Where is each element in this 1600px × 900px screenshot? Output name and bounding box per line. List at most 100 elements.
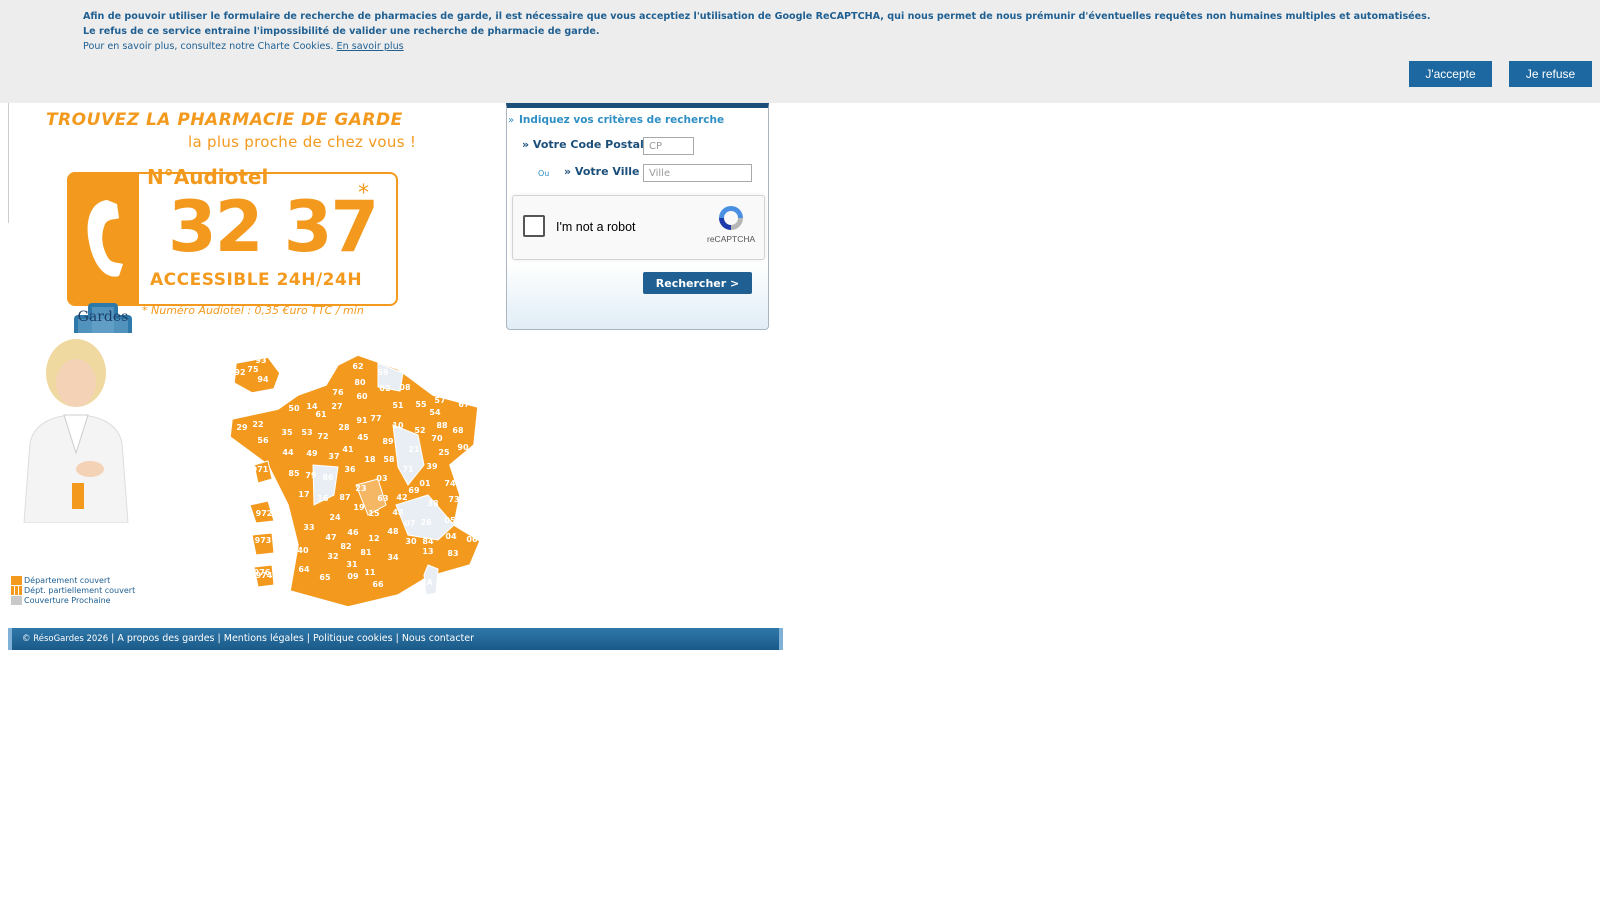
department-label[interactable]: 57 bbox=[434, 396, 445, 405]
department-label[interactable]: 07 bbox=[404, 519, 415, 528]
department-label[interactable]: 51 bbox=[392, 401, 404, 410]
department-label[interactable]: 15 bbox=[368, 509, 380, 518]
department-label[interactable]: 44 bbox=[282, 448, 294, 457]
postal-code-input[interactable] bbox=[643, 137, 694, 155]
department-label[interactable]: 23 bbox=[355, 484, 366, 493]
city-input[interactable] bbox=[643, 164, 752, 182]
department-label[interactable]: 48 bbox=[387, 527, 399, 536]
department-label[interactable]: 34 bbox=[387, 553, 399, 562]
department-label[interactable]: 84 bbox=[422, 537, 434, 546]
department-label[interactable]: 60 bbox=[356, 392, 368, 401]
department-label[interactable]: 70 bbox=[431, 434, 443, 443]
footer-link-legal[interactable]: Mentions légales bbox=[224, 633, 304, 644]
department-label[interactable]: 80 bbox=[354, 378, 366, 387]
department-label[interactable]: 17 bbox=[298, 490, 309, 499]
department-label[interactable]: 72 bbox=[317, 432, 328, 441]
department-label[interactable]: 86 bbox=[322, 473, 334, 482]
department-label[interactable]: 29 bbox=[236, 423, 248, 432]
department-label[interactable]: 12 bbox=[368, 534, 379, 543]
department-label[interactable]: 971 bbox=[252, 465, 269, 474]
department-label[interactable]: 01 bbox=[419, 479, 431, 488]
department-label[interactable]: 36 bbox=[344, 465, 356, 474]
department-label[interactable]: 11 bbox=[364, 568, 376, 577]
department-label[interactable]: 13 bbox=[422, 547, 433, 556]
department-label[interactable]: 32 bbox=[327, 552, 338, 561]
department-label[interactable]: 2A bbox=[421, 578, 434, 587]
department-label[interactable]: 68 bbox=[452, 426, 464, 435]
department-label[interactable]: 41 bbox=[342, 445, 354, 454]
department-label[interactable]: 30 bbox=[405, 537, 417, 546]
department-label[interactable]: 25 bbox=[438, 448, 450, 457]
department-label[interactable]: 52 bbox=[414, 426, 425, 435]
department-label[interactable]: 21 bbox=[408, 445, 420, 454]
department-label[interactable]: 63 bbox=[377, 494, 388, 503]
department-label[interactable]: 74 bbox=[444, 479, 456, 488]
department-label[interactable]: 972 bbox=[256, 509, 273, 518]
department-label[interactable]: 973 bbox=[255, 536, 272, 545]
department-label[interactable]: 54 bbox=[429, 408, 441, 417]
footer-link-about[interactable]: A propos des gardes bbox=[117, 633, 214, 644]
department-label[interactable]: 05 bbox=[444, 516, 456, 525]
footer-link-cookies[interactable]: Politique cookies bbox=[313, 633, 393, 644]
department-label[interactable]: 90 bbox=[457, 443, 469, 452]
department-label[interactable]: 88 bbox=[436, 421, 448, 430]
department-label[interactable]: 37 bbox=[328, 452, 339, 461]
department-label[interactable]: 08 bbox=[399, 383, 411, 392]
department-label[interactable]: 58 bbox=[383, 455, 395, 464]
department-label[interactable]: 04 bbox=[445, 532, 457, 541]
learn-more-link[interactable]: En savoir plus bbox=[337, 41, 404, 52]
department-label[interactable]: 83 bbox=[447, 549, 458, 558]
department-label[interactable]: 18 bbox=[364, 455, 376, 464]
department-label[interactable]: 02 bbox=[379, 384, 390, 393]
accept-cookies-button[interactable]: J'accepte bbox=[1409, 61, 1492, 87]
department-label[interactable]: 976 bbox=[254, 568, 271, 577]
department-label[interactable]: 46 bbox=[347, 528, 359, 537]
department-label[interactable]: 09 bbox=[347, 572, 359, 581]
department-label[interactable]: 55 bbox=[415, 400, 427, 409]
department-label[interactable]: 22 bbox=[252, 420, 263, 429]
department-label[interactable]: 03 bbox=[376, 474, 387, 483]
department-label[interactable]: 77 bbox=[370, 414, 381, 423]
department-label[interactable]: 76 bbox=[332, 388, 344, 397]
department-label[interactable]: 45 bbox=[357, 433, 369, 442]
department-label[interactable]: 85 bbox=[288, 469, 300, 478]
department-label[interactable]: 94 bbox=[257, 375, 269, 384]
department-label[interactable]: 93 bbox=[255, 356, 266, 365]
department-label[interactable]: 91 bbox=[356, 416, 368, 425]
department-label[interactable]: 92 bbox=[234, 368, 245, 377]
department-label[interactable]: 42 bbox=[396, 493, 407, 502]
department-label[interactable]: 27 bbox=[331, 402, 342, 411]
department-label[interactable]: 59 bbox=[377, 368, 389, 377]
department-label[interactable]: 38 bbox=[427, 499, 439, 508]
department-label[interactable]: 33 bbox=[303, 523, 314, 532]
department-label[interactable]: 75 bbox=[247, 365, 259, 374]
department-label[interactable]: 69 bbox=[408, 486, 420, 495]
captcha-checkbox[interactable] bbox=[523, 215, 545, 237]
search-button[interactable]: Rechercher > bbox=[643, 272, 752, 294]
france-departments-map[interactable]: 62598002 0876 60271450 51 55 57 67548868521070… bbox=[228, 355, 493, 610]
department-label[interactable]: 47 bbox=[325, 533, 336, 542]
refuse-cookies-button[interactable]: Je refuse bbox=[1509, 61, 1592, 87]
department-label[interactable]: 49 bbox=[306, 449, 318, 458]
department-label[interactable]: 64 bbox=[298, 565, 310, 574]
department-label[interactable]: 82 bbox=[340, 542, 351, 551]
department-label[interactable]: 66 bbox=[372, 580, 384, 589]
department-label[interactable]: 89 bbox=[382, 437, 394, 446]
department-label[interactable]: 39 bbox=[426, 462, 438, 471]
department-label[interactable]: 81 bbox=[360, 548, 372, 557]
department-label[interactable]: 24 bbox=[329, 513, 341, 522]
department-label[interactable]: 87 bbox=[339, 493, 350, 502]
department-label[interactable]: 28 bbox=[338, 423, 350, 432]
department-label[interactable]: 43 bbox=[392, 508, 403, 517]
department-label[interactable]: 40 bbox=[297, 546, 309, 555]
department-label[interactable]: 56 bbox=[257, 436, 269, 445]
department-label[interactable]: 31 bbox=[346, 560, 358, 569]
footer-link-contact[interactable]: Nous contacter bbox=[402, 633, 474, 644]
department-label[interactable]: 06 bbox=[466, 535, 478, 544]
department-label[interactable]: 50 bbox=[288, 404, 300, 413]
department-label[interactable]: 35 bbox=[281, 428, 293, 437]
department-label[interactable]: 62 bbox=[352, 362, 363, 371]
department-label[interactable]: 61 bbox=[315, 410, 327, 419]
department-label[interactable]: 73 bbox=[448, 495, 459, 504]
department-label[interactable]: 71 bbox=[402, 465, 414, 474]
